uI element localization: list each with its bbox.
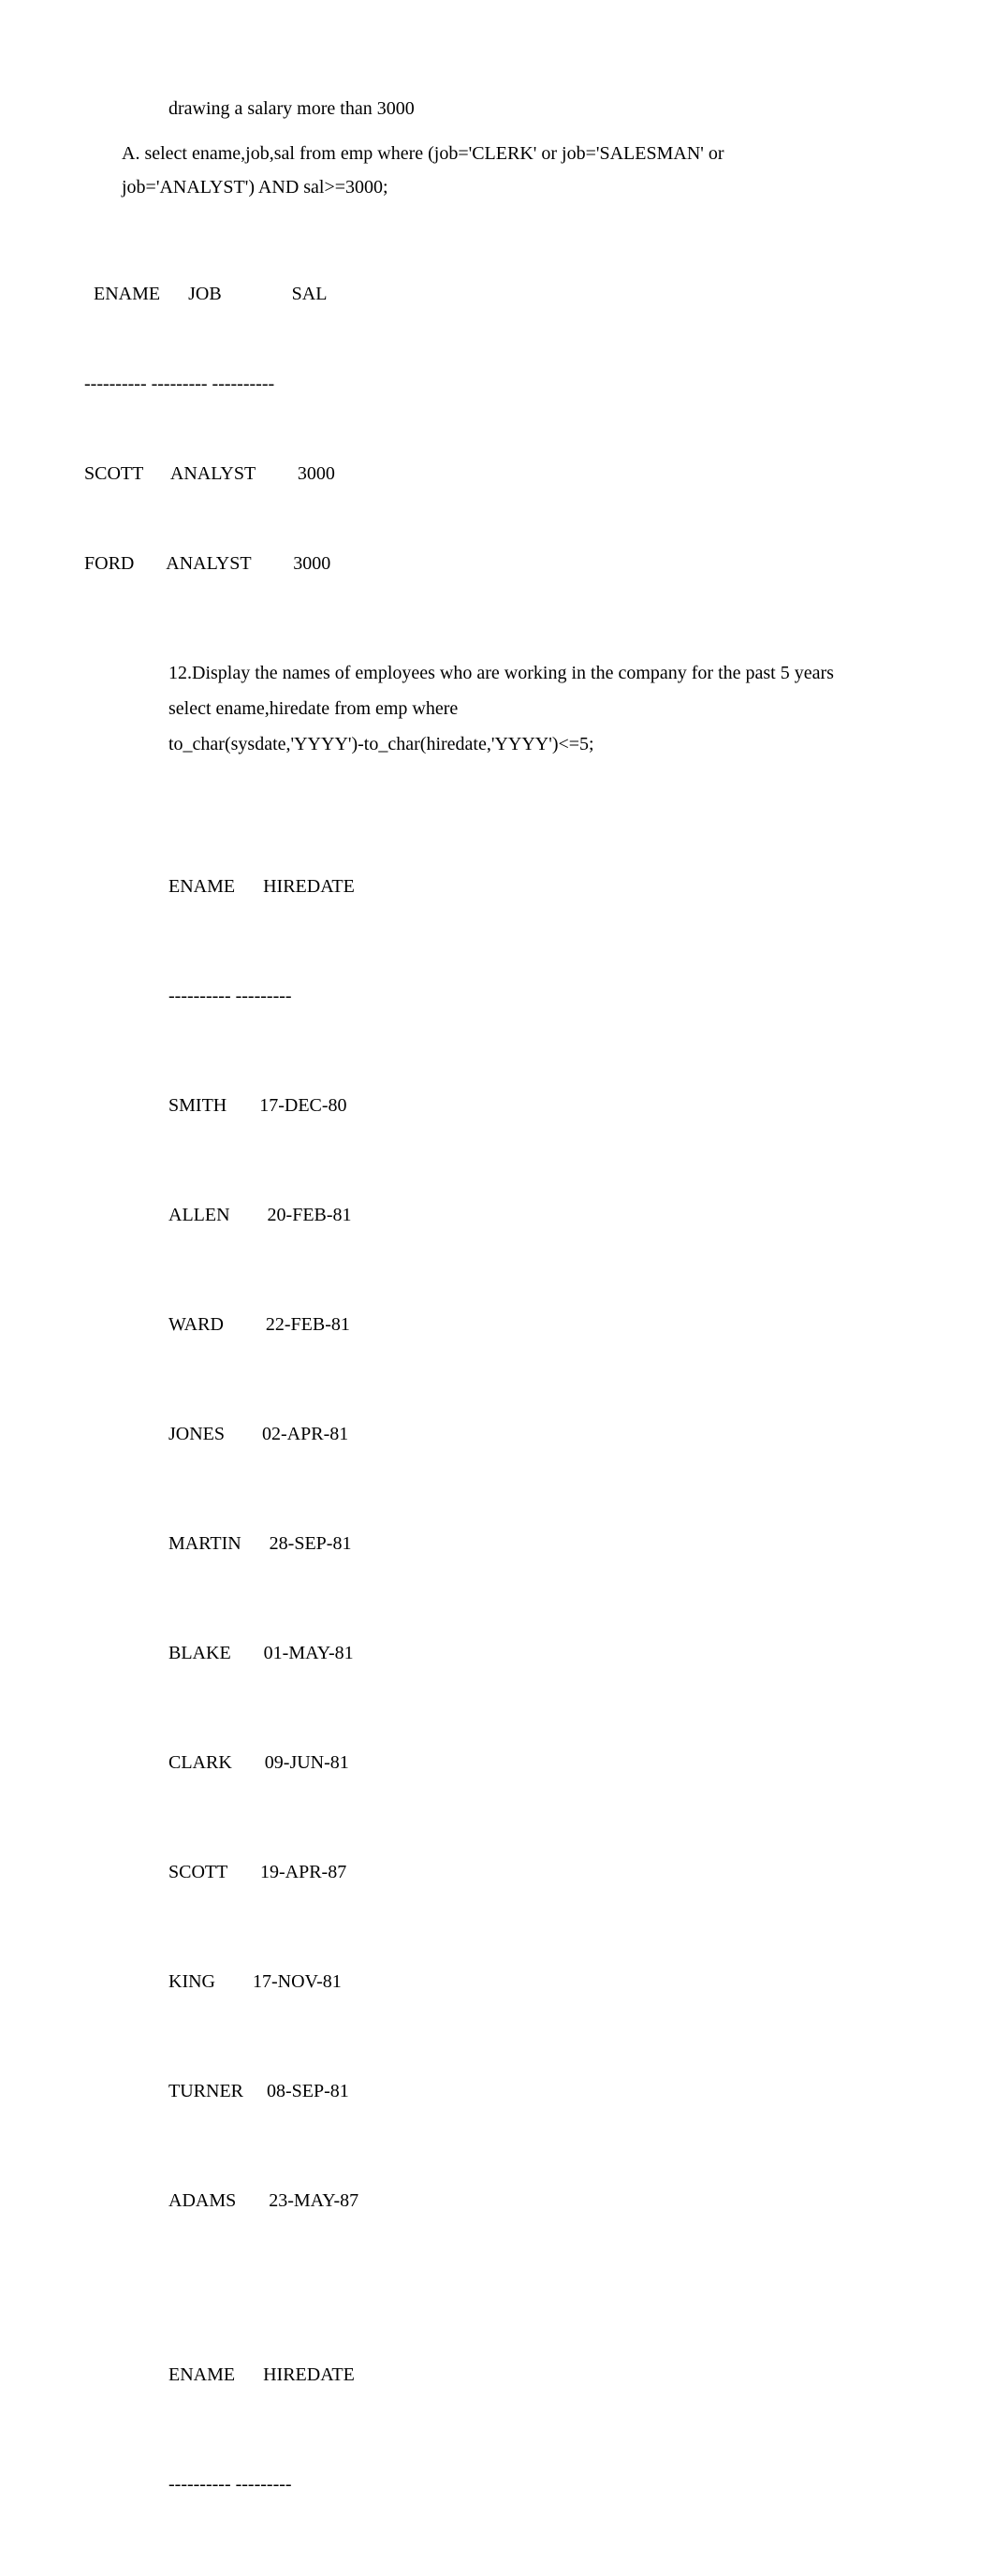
table3-header: ENAME HIREDATE	[168, 2357, 910, 2393]
result-table-2: ENAME HIREDATE ---------- --------- SMIT…	[168, 796, 910, 2256]
result-table-1: ENAME JOB SAL ---------- --------- -----…	[84, 219, 910, 608]
table1-header: ENAME JOB SAL	[84, 279, 910, 309]
table-row: SMITH 17-DEC-80	[168, 1088, 910, 1124]
table-row: JONES 02-APR-81	[168, 1416, 910, 1453]
result-table-3: ENAME HIREDATE ---------- --------- JAME…	[168, 2284, 910, 2576]
q12-line-3: to_char(sysdate,'YYYY')-to_char(hiredate…	[168, 726, 910, 762]
table-row: WARD 22-FEB-81	[168, 1307, 910, 1343]
table-row: ALLEN 20-FEB-81	[168, 1197, 910, 1234]
table-row: SCOTT ANALYST 3000	[84, 459, 910, 489]
table-row: BLAKE 01-MAY-81	[168, 1635, 910, 1672]
table2-header: ENAME HIREDATE	[168, 869, 910, 905]
table-row: FORD ANALYST 3000	[84, 549, 910, 578]
answer-line-1: A. select ename,job,sal from emp where (…	[122, 139, 910, 168]
table-row: KING 17-NOV-81	[168, 1964, 910, 2000]
table-row: CLARK 09-JUN-81	[168, 1745, 910, 1781]
table-row: MARTIN 28-SEP-81	[168, 1526, 910, 1562]
answer-line-2: job='ANALYST') AND sal>=3000;	[122, 172, 910, 202]
q12-line-1: 12.Display the names of employees who ar…	[168, 655, 910, 691]
q12-line-2: select ename,hiredate from emp where	[168, 691, 910, 726]
table3-separator: ---------- ---------	[168, 2466, 910, 2503]
question-12-block: 12.Display the names of employees who ar…	[168, 655, 910, 762]
table1-separator: ---------- --------- ----------	[84, 369, 910, 399]
table-row: SCOTT 19-APR-87	[168, 1854, 910, 1891]
table-row: TURNER 08-SEP-81	[168, 2073, 910, 2110]
answer-label: A.	[122, 143, 139, 164]
question-continuation-line: drawing a salary more than 3000	[168, 94, 910, 124]
table-row: ADAMS 23-MAY-87	[168, 2183, 910, 2219]
table2-separator: ---------- ---------	[168, 978, 910, 1015]
answer-text-1: select ename,job,sal from emp where (job…	[139, 143, 724, 164]
